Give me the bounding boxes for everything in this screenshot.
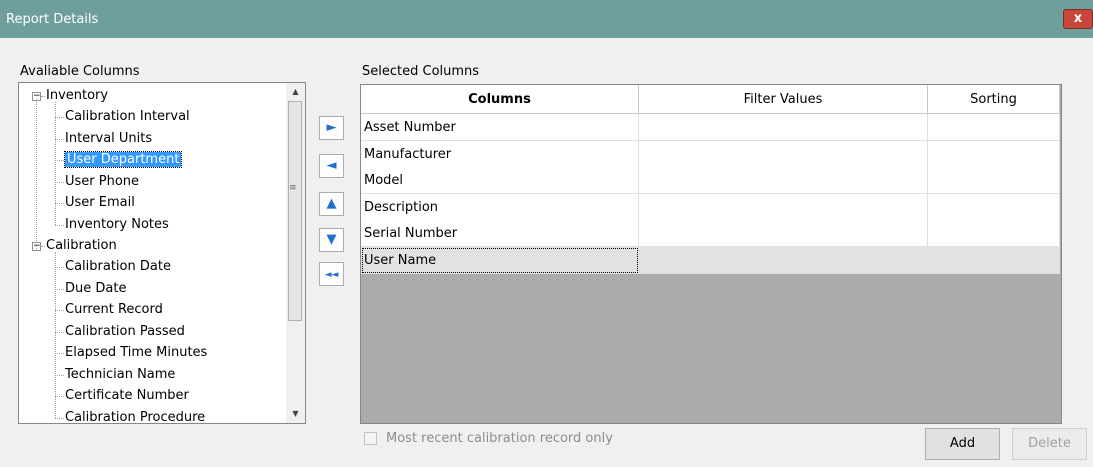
- tree-connector: [55, 288, 64, 290]
- column-name-cell[interactable]: Manufacturer: [361, 140, 639, 168]
- tree-item-label: Certificate Number: [65, 388, 189, 403]
- tree-item-label: User Department: [63, 151, 183, 168]
- tree-item-label: Calibration Procedure: [65, 409, 206, 424]
- column-name-cell[interactable]: Asset Number: [361, 114, 639, 141]
- tree-item[interactable]: Calibration Interval: [65, 107, 190, 127]
- tree-connector: [55, 353, 64, 354]
- tree-item-label: Interval Units: [65, 130, 153, 146]
- tree-item[interactable]: User Department: [63, 150, 183, 170]
- window-title: Report Details: [6, 12, 99, 27]
- tree-item-label: Calibration Date: [65, 259, 171, 274]
- tree-item[interactable]: Elapsed Time Minutes: [65, 343, 207, 363]
- tree-connector: [55, 117, 64, 118]
- remove-all-button[interactable]: ◄◄: [319, 262, 344, 286]
- column-name-cell[interactable]: Model: [361, 167, 639, 194]
- move-left-icon: ◄: [326, 158, 337, 173]
- available-columns-label: Avaliable Columns: [20, 64, 140, 79]
- tree-group-label: Inventory: [46, 88, 109, 103]
- tree-item[interactable]: Calibration Date: [65, 257, 171, 277]
- filter-value-cell[interactable]: [639, 220, 928, 247]
- tree-item-label: Current Record: [65, 302, 163, 317]
- sorting-cell[interactable]: [928, 140, 1060, 168]
- move-right-button[interactable]: ►: [319, 116, 344, 140]
- column-header[interactable]: Sorting: [928, 85, 1060, 114]
- remove-all-icon: ◄◄: [324, 270, 339, 280]
- add-button[interactable]: Add: [925, 428, 1000, 460]
- move-up-icon: ▲: [326, 196, 337, 211]
- tree-item[interactable]: Current Record: [65, 300, 163, 320]
- tree-item-label: User Email: [65, 195, 135, 210]
- most-recent-label: Most recent calibration record only: [386, 431, 613, 446]
- tree-connector: [36, 99, 37, 249]
- tree-group-label: Calibration: [46, 238, 117, 253]
- tree-item[interactable]: Interval Units: [65, 129, 152, 149]
- close-icon: x: [1073, 11, 1083, 26]
- tree-connector: [55, 102, 56, 225]
- tree-group[interactable]: Calibration: [46, 236, 117, 256]
- tree-connector: [41, 246, 45, 247]
- column-name-cell[interactable]: User Name: [361, 246, 639, 274]
- move-left-button[interactable]: ◄: [319, 154, 344, 178]
- tree-item-label: User Phone: [65, 173, 140, 189]
- sorting-cell[interactable]: [928, 114, 1060, 141]
- tree-connector: [55, 252, 56, 418]
- sorting-cell[interactable]: [928, 220, 1060, 247]
- filter-value-cell[interactable]: [639, 246, 928, 274]
- column-name-cell[interactable]: Description: [361, 193, 639, 221]
- scroll-up-icon[interactable]: ▲: [286, 83, 305, 100]
- tree-connector: [55, 160, 64, 161]
- move-right-icon: ►: [326, 120, 337, 135]
- column-header[interactable]: Columns: [361, 85, 639, 114]
- tree-connector: [55, 374, 64, 376]
- tree-connector: [41, 96, 45, 97]
- tree-item-label: Technician Name: [65, 366, 176, 382]
- tree-item[interactable]: Inventory Notes: [65, 215, 169, 235]
- tree-connector: [55, 396, 64, 397]
- selected-columns-grid[interactable]: Columns Filter Values Sorting Asset Number M…: [360, 84, 1062, 424]
- most-recent-checkbox[interactable]: [364, 432, 377, 445]
- sorting-cell[interactable]: [928, 246, 1060, 274]
- selected-columns-label: Selected Columns: [362, 64, 480, 79]
- move-up-button[interactable]: ▲: [319, 192, 344, 216]
- tree-item[interactable]: Certificate Number: [65, 386, 189, 406]
- tree-item[interactable]: User Email: [65, 193, 135, 213]
- move-down-button[interactable]: ▼: [319, 228, 344, 252]
- title-bar: Report Details x: [0, 0, 1093, 38]
- move-down-icon: ▼: [326, 232, 337, 247]
- available-columns-tree[interactable]: ▲ ≡ ▼ − Inventory Calibration Interval Inte…: [18, 82, 306, 424]
- tree-connector: [55, 224, 64, 226]
- tree-item-label: Calibration Passed: [65, 323, 185, 339]
- scroll-down-icon[interactable]: ▼: [286, 405, 305, 422]
- tree-item[interactable]: Calibration Procedure: [65, 408, 206, 424]
- column-header[interactable]: Filter Values: [639, 85, 928, 114]
- tree-item[interactable]: Calibration Passed: [65, 322, 185, 342]
- tree-item[interactable]: User Phone: [65, 172, 139, 192]
- sorting-cell[interactable]: [928, 167, 1060, 194]
- tree-connector: [55, 203, 64, 204]
- delete-button[interactable]: Delete: [1012, 428, 1087, 460]
- filter-value-cell[interactable]: [639, 193, 928, 221]
- filter-value-cell[interactable]: [639, 114, 928, 141]
- sorting-cell[interactable]: [928, 193, 1060, 221]
- tree-item-label: Elapsed Time Minutes: [65, 345, 208, 360]
- filter-value-cell[interactable]: [639, 167, 928, 194]
- tree-connector: [55, 331, 64, 333]
- tree-item-label: Inventory Notes: [65, 216, 169, 232]
- scroll-thumb[interactable]: [288, 101, 302, 321]
- tree-connector: [55, 267, 64, 268]
- grip-icon: ≡: [289, 183, 297, 193]
- tree-connector: [55, 138, 64, 140]
- tree-scrollbar[interactable]: ▲ ≡ ▼: [286, 83, 305, 423]
- tree-connector: [55, 417, 64, 419]
- column-name-cell[interactable]: Serial Number: [361, 220, 639, 247]
- tree-item-label: Calibration Interval: [65, 109, 190, 124]
- tree-item[interactable]: Technician Name: [65, 365, 175, 385]
- close-button[interactable]: x: [1063, 9, 1093, 29]
- filter-value-cell[interactable]: [639, 140, 928, 168]
- tree-item-label: Due Date: [65, 280, 127, 296]
- tree-item[interactable]: Due Date: [65, 279, 126, 299]
- tree-connector: [55, 310, 64, 311]
- tree-connector: [55, 181, 64, 183]
